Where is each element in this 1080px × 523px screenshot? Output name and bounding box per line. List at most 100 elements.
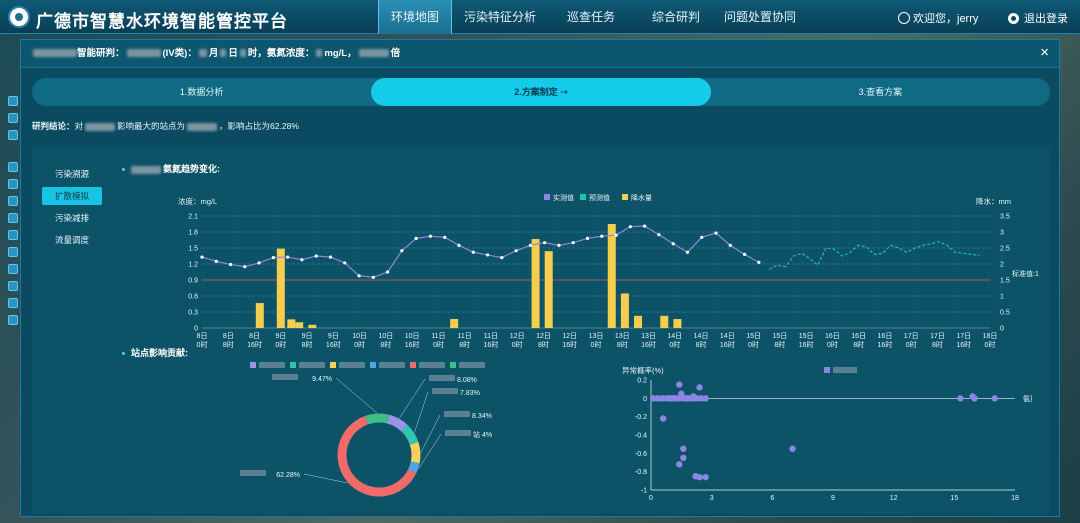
measured-point (700, 235, 704, 239)
measured-point (557, 243, 561, 247)
layer-checkbox[interactable] (8, 247, 18, 257)
x-tick-day: 14日 (720, 332, 735, 340)
pie-legend-redacted (379, 362, 405, 368)
measured-point (457, 243, 461, 247)
scatter-y-tick: -0.8 (635, 469, 647, 476)
scatter-point (676, 461, 683, 468)
x-tick-day: 12日 (536, 332, 551, 340)
x-tick-hour: 0时 (433, 340, 444, 349)
layer-checkbox[interactable] (8, 281, 18, 291)
pie-legend-redacted (419, 362, 445, 368)
scatter-point (957, 395, 964, 402)
scatter-point (696, 473, 703, 481)
redacted-text (126, 49, 161, 58)
measured-line (201, 225, 760, 278)
pie-legend-redacted (259, 362, 285, 368)
scatter-y-tick: -0.4 (635, 433, 647, 440)
pie-label: 8.08% (457, 377, 477, 384)
measured-point (685, 250, 690, 254)
rainfall-bar (308, 324, 317, 328)
step-plan-formulation[interactable]: 2.方案制定 ⇢ (371, 78, 711, 106)
conclusion-text: 影响最大的站点为 (117, 121, 186, 131)
x-tick-day: 10日 (352, 332, 367, 340)
measured-point (443, 235, 447, 239)
x-tick-hour: 8时 (774, 340, 785, 349)
layer-checkbox[interactable] (8, 130, 18, 140)
x-tick-hour: 16时 (405, 340, 420, 349)
nav-comprehensive-judgment[interactable]: 综合研判 (634, 0, 718, 34)
pie-legend-swatch (450, 362, 456, 368)
x-tick-hour: 0时 (985, 340, 996, 349)
nav-problem-handling[interactable]: 问题处置协同 (718, 0, 802, 34)
x-tick-day: 8日 (197, 332, 208, 340)
measured-point (228, 262, 233, 267)
x-tick-hour: 16时 (641, 340, 656, 349)
pie-leader-line (303, 473, 348, 484)
layer-checkbox[interactable] (8, 96, 18, 106)
layer-checkbox[interactable] (8, 264, 18, 274)
measured-point (485, 253, 490, 257)
layer-checkbox[interactable] (8, 179, 18, 189)
y-tick-left: 1.8 (188, 230, 198, 237)
pie-legend-swatch (330, 362, 336, 368)
analysis-modal: 智能研判： (IV类)： 月日时，氨氮浓度： mg/L， 倍 × 1.数据分析 2.方案… (20, 39, 1060, 517)
layer-checkbox[interactable] (8, 298, 18, 308)
measured-point (528, 243, 533, 247)
layer-checkbox[interactable] (8, 230, 18, 240)
pie-legend-swatch (370, 362, 376, 368)
close-button[interactable]: × (1040, 44, 1049, 62)
measured-point (543, 241, 547, 245)
nav-patrol-tasks[interactable]: 巡查任务 (548, 0, 634, 34)
redacted-text (198, 49, 207, 58)
y-tick-right: 3.5 (1000, 214, 1010, 221)
pie-label-redacted (429, 375, 455, 381)
measured-point (500, 256, 504, 260)
step-data-analysis[interactable]: 1.数据分析 (32, 78, 371, 106)
step-view-plan[interactable]: 3.查看方案 (711, 78, 1050, 106)
measured-point (471, 250, 475, 254)
pie-slice (364, 413, 390, 425)
y-tick-left: 0 (194, 326, 198, 333)
standard-label: 标准值:1 (1012, 269, 1039, 278)
layer-checkbox[interactable] (8, 213, 18, 223)
modal-title-hour: 时， (247, 48, 267, 59)
user-info[interactable]: 欢迎您，jerry (898, 10, 978, 26)
pie-legend-swatch (290, 362, 296, 368)
pie-leader-line (420, 414, 441, 453)
layer-checkbox[interactable] (8, 196, 18, 206)
modal-title-month: 月 (208, 48, 219, 59)
y-tick-right: 3 (1000, 230, 1004, 237)
scatter-legend-redacted (833, 367, 857, 373)
scatter-x-tick: 6 (770, 495, 774, 502)
layer-checkbox[interactable] (8, 162, 18, 172)
rainfall-bar (295, 322, 304, 328)
x-tick-day: 10日 (405, 332, 420, 340)
x-tick-hour: 8时 (380, 340, 391, 349)
scatter-chart: 异常概率(%)氨氮0.20-0.2-0.4-0.6-0.8-1036912151… (622, 365, 1032, 502)
x-tick-day: 15日 (746, 332, 761, 340)
nav-pollution-analysis[interactable]: 污染特征分析 (452, 0, 548, 34)
pie-slice (386, 414, 408, 432)
redacted-text (239, 49, 246, 58)
x-tick-hour: 8时 (223, 340, 234, 349)
x-tick-hour: 0时 (906, 340, 917, 349)
scatter-point (702, 395, 709, 402)
x-tick-hour: 0时 (275, 340, 286, 349)
rainfall-bar (660, 315, 669, 328)
pie-legend-swatch (410, 362, 416, 368)
main-nav: 环境地图 污染特征分析 巡查任务 综合研判 问题处置协同 (378, 0, 802, 34)
measured-point (214, 259, 218, 263)
nav-environment-map[interactable]: 环境地图 (378, 0, 452, 34)
measured-point (671, 242, 675, 246)
pie-leader-line (335, 377, 378, 414)
x-tick-day: 11日 (431, 332, 445, 340)
rainfall-bar (634, 315, 643, 328)
logout-button[interactable]: 退出登录 (1008, 10, 1068, 26)
redacted-text (33, 49, 77, 58)
pie-slice (408, 461, 420, 474)
pie-label-redacted (445, 430, 471, 436)
layer-checkbox[interactable] (8, 315, 18, 325)
modal-title-ammonia: 氨氮浓度： (266, 48, 315, 59)
layer-checkbox[interactable] (8, 113, 18, 123)
x-tick-hour: 16时 (484, 340, 499, 349)
